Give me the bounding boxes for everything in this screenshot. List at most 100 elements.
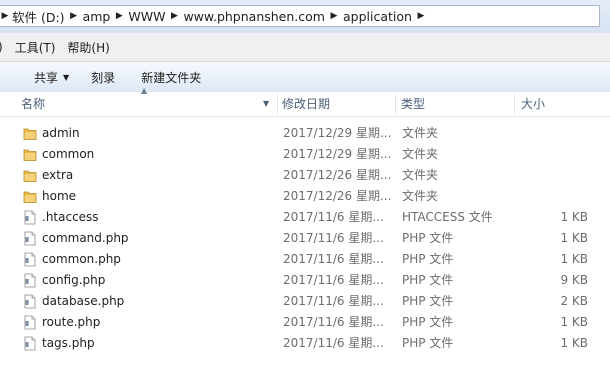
chevron-right-icon[interactable]: ▶: [327, 11, 341, 21]
file-type: 文件夹: [402, 189, 439, 203]
list-item[interactable]: admin 2017/12/29 星期... 文件夹: [0, 123, 610, 144]
list-item[interactable]: .htaccess 2017/11/6 星期... HTACCESS 文件 1 …: [0, 207, 610, 228]
list-item[interactable]: tags.php 2017/11/6 星期... PHP 文件 1 KB: [0, 333, 610, 354]
file-date: 2017/12/26 星期...: [283, 189, 392, 203]
breadcrumb-root[interactable]: ▶ 软件 (D:): [0, 5, 67, 27]
list-item[interactable]: common 2017/12/29 星期... 文件夹: [0, 144, 610, 165]
file-size: 1 KB: [560, 252, 588, 266]
file-icon: [23, 231, 37, 246]
file-size: 9 KB: [560, 273, 588, 287]
column-name-label: 名称: [21, 97, 46, 111]
file-name: extra: [42, 168, 74, 182]
file-date: 2017/11/6 星期...: [283, 273, 384, 287]
file-list: admin 2017/12/29 星期... 文件夹 common 2017/1…: [0, 123, 610, 354]
file-name: admin: [42, 126, 80, 140]
breadcrumb-item-amp[interactable]: amp: [81, 9, 113, 24]
file-name: common.php: [42, 252, 121, 266]
folder-icon: [23, 189, 37, 204]
file-type: 文件夹: [402, 147, 439, 161]
chevron-right-icon[interactable]: ▶: [167, 11, 181, 21]
file-icon: [23, 252, 37, 267]
file-date: 2017/12/26 星期...: [283, 168, 392, 182]
file-name: command.php: [42, 231, 129, 245]
file-date: 2017/11/6 星期...: [283, 336, 384, 350]
file-type: PHP 文件: [402, 294, 454, 308]
chevron-right-icon[interactable]: ▶: [112, 11, 126, 21]
file-date: 2017/11/6 星期...: [283, 294, 384, 308]
column-header-name[interactable]: 名称: [17, 92, 277, 116]
file-type: PHP 文件: [402, 315, 454, 329]
address-bar: ▶ 软件 (D:) ▶ amp ▶ WWW ▶ www.phpnanshen.c…: [0, 0, 610, 34]
column-dropdown-icon[interactable]: ▼: [263, 92, 269, 116]
menu-item-help[interactable]: 帮助(H): [61, 39, 115, 56]
column-divider[interactable]: [395, 94, 396, 114]
file-size: 1 KB: [560, 210, 588, 224]
file-type: PHP 文件: [402, 336, 454, 350]
chevron-right-icon[interactable]: ▶: [414, 11, 428, 21]
list-item[interactable]: home 2017/12/26 星期... 文件夹: [0, 186, 610, 207]
column-header-size[interactable]: 大小: [517, 92, 607, 116]
file-type: PHP 文件: [402, 273, 454, 287]
breadcrumb[interactable]: ▶ 软件 (D:) ▶ amp ▶ WWW ▶ www.phpnanshen.c…: [0, 5, 600, 27]
file-icon: [23, 315, 37, 330]
list-item[interactable]: extra 2017/12/26 星期... 文件夹: [0, 165, 610, 186]
file-name: common: [42, 147, 95, 161]
chevron-right-icon[interactable]: ▶: [0, 11, 10, 21]
file-name: tags.php: [42, 336, 95, 350]
folder-icon: [23, 147, 37, 162]
share-button[interactable]: 共享 ▼: [26, 69, 77, 86]
breadcrumb-item-drive[interactable]: 软件 (D:): [10, 7, 67, 26]
new-folder-label: 新建文件夹: [141, 70, 202, 85]
folder-icon: [23, 168, 37, 183]
burn-button[interactable]: 刻录: [83, 69, 123, 86]
file-name: .htaccess: [42, 210, 99, 224]
file-date: 2017/11/6 星期...: [283, 231, 384, 245]
chevron-right-icon[interactable]: ▶: [67, 11, 81, 21]
file-date: 2017/12/29 星期...: [283, 147, 392, 161]
file-icon: [23, 210, 37, 225]
list-item[interactable]: common.php 2017/11/6 星期... PHP 文件 1 KB: [0, 249, 610, 270]
sort-ascending-icon: ▲: [141, 86, 148, 95]
file-date: 2017/11/6 星期...: [283, 252, 384, 266]
list-item[interactable]: config.php 2017/11/6 星期... PHP 文件 9 KB: [0, 270, 610, 291]
file-type: PHP 文件: [402, 231, 454, 245]
file-type: HTACCESS 文件: [402, 210, 493, 224]
breadcrumb-item-site[interactable]: www.phpnanshen.com: [181, 9, 327, 24]
breadcrumb-item-www[interactable]: WWW: [126, 9, 167, 24]
file-type: 文件夹: [402, 126, 439, 140]
breadcrumb-segment[interactable]: ▶ WWW: [112, 5, 167, 27]
file-icon: [23, 336, 37, 351]
menu-item-tools[interactable]: 工具(T): [9, 39, 62, 56]
list-item[interactable]: route.php 2017/11/6 星期... PHP 文件 1 KB: [0, 312, 610, 333]
file-icon: [23, 273, 37, 288]
file-name: config.php: [42, 273, 106, 287]
column-date-label: 修改日期: [282, 97, 331, 111]
file-name: home: [42, 189, 77, 203]
file-name: route.php: [42, 315, 101, 329]
breadcrumb-segment[interactable]: ▶ application ▶: [327, 5, 428, 27]
column-size-label: 大小: [521, 97, 546, 111]
burn-label: 刻录: [91, 70, 116, 85]
new-folder-button[interactable]: 新建文件夹: [133, 69, 209, 86]
folder-icon: [23, 126, 37, 141]
list-item[interactable]: database.php 2017/11/6 星期... PHP 文件 2 KB: [0, 291, 610, 312]
share-label: 共享: [34, 70, 59, 85]
file-date: 2017/11/6 星期...: [283, 210, 384, 224]
column-header-type[interactable]: 类型: [397, 92, 514, 116]
file-name: database.php: [42, 294, 125, 308]
breadcrumb-item-application[interactable]: application: [341, 9, 414, 24]
column-header-date[interactable]: 修改日期: [278, 92, 395, 116]
column-type-label: 类型: [401, 97, 426, 111]
list-item[interactable]: command.php 2017/11/6 星期... PHP 文件 1 KB: [0, 228, 610, 249]
breadcrumb-segment[interactable]: ▶ www.phpnanshen.com: [167, 5, 327, 27]
file-size: 1 KB: [560, 336, 588, 350]
file-type: PHP 文件: [402, 252, 454, 266]
column-header-row: 名称 ▲ ▼ 修改日期 类型 大小: [0, 86, 610, 117]
file-type: 文件夹: [402, 168, 439, 182]
file-date: 2017/11/6 星期...: [283, 315, 384, 329]
breadcrumb-segment[interactable]: ▶ amp: [67, 5, 113, 27]
file-size: 1 KB: [560, 315, 588, 329]
menu-item-partial[interactable]: ): [0, 40, 9, 54]
column-divider[interactable]: [514, 94, 515, 114]
file-date: 2017/12/29 星期...: [283, 126, 392, 140]
